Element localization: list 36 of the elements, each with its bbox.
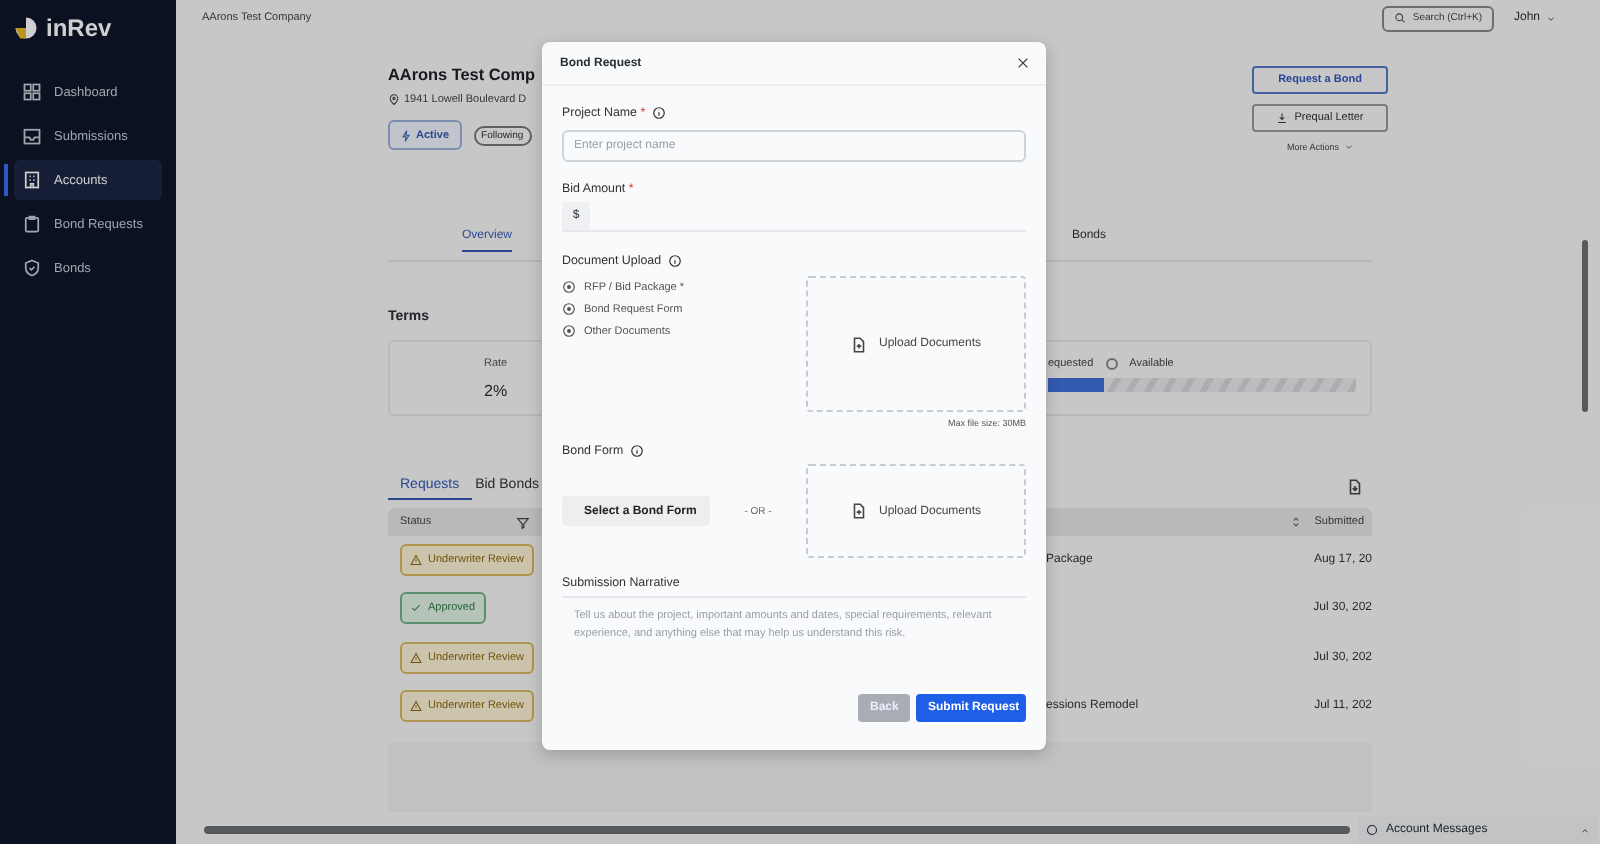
file-icon	[850, 502, 869, 520]
scroll-bar[interactable]	[1582, 240, 1588, 412]
circle-icon	[562, 280, 576, 294]
scroll-bar[interactable]	[204, 826, 1350, 834]
shield-icon	[22, 258, 42, 278]
sort-icon	[1290, 516, 1303, 528]
location-icon	[388, 94, 400, 106]
clipboard-icon	[22, 214, 42, 234]
chevron-icon	[1546, 13, 1557, 23]
account-name: AArons Test Comp	[388, 66, 538, 84]
bolt-icon	[400, 129, 412, 141]
search-icon	[1394, 12, 1407, 24]
close-icon	[1016, 56, 1030, 70]
circle-icon	[562, 324, 576, 338]
file-icon	[850, 335, 869, 353]
download-icon	[1276, 112, 1289, 124]
logo-text: inRev	[46, 14, 112, 42]
warning-icon	[410, 554, 422, 567]
rate-value: 2%	[484, 382, 510, 400]
grid-icon	[22, 82, 42, 102]
info-icon	[629, 444, 644, 458]
info-icon	[651, 106, 666, 120]
close-button[interactable]	[1016, 56, 1030, 70]
warning-icon	[410, 700, 422, 713]
filter-icon	[516, 515, 530, 529]
legend-dot	[1105, 358, 1118, 370]
circle-icon	[562, 302, 576, 316]
export-icon	[1346, 478, 1364, 496]
info-icon	[667, 254, 682, 268]
warning-icon	[410, 651, 422, 664]
check-icon	[410, 602, 422, 615]
logo-icon	[14, 16, 38, 40]
building-icon	[22, 170, 42, 190]
chevron-icon	[1580, 825, 1590, 835]
inbox-icon	[22, 126, 42, 146]
chevron-icon	[1343, 142, 1353, 152]
